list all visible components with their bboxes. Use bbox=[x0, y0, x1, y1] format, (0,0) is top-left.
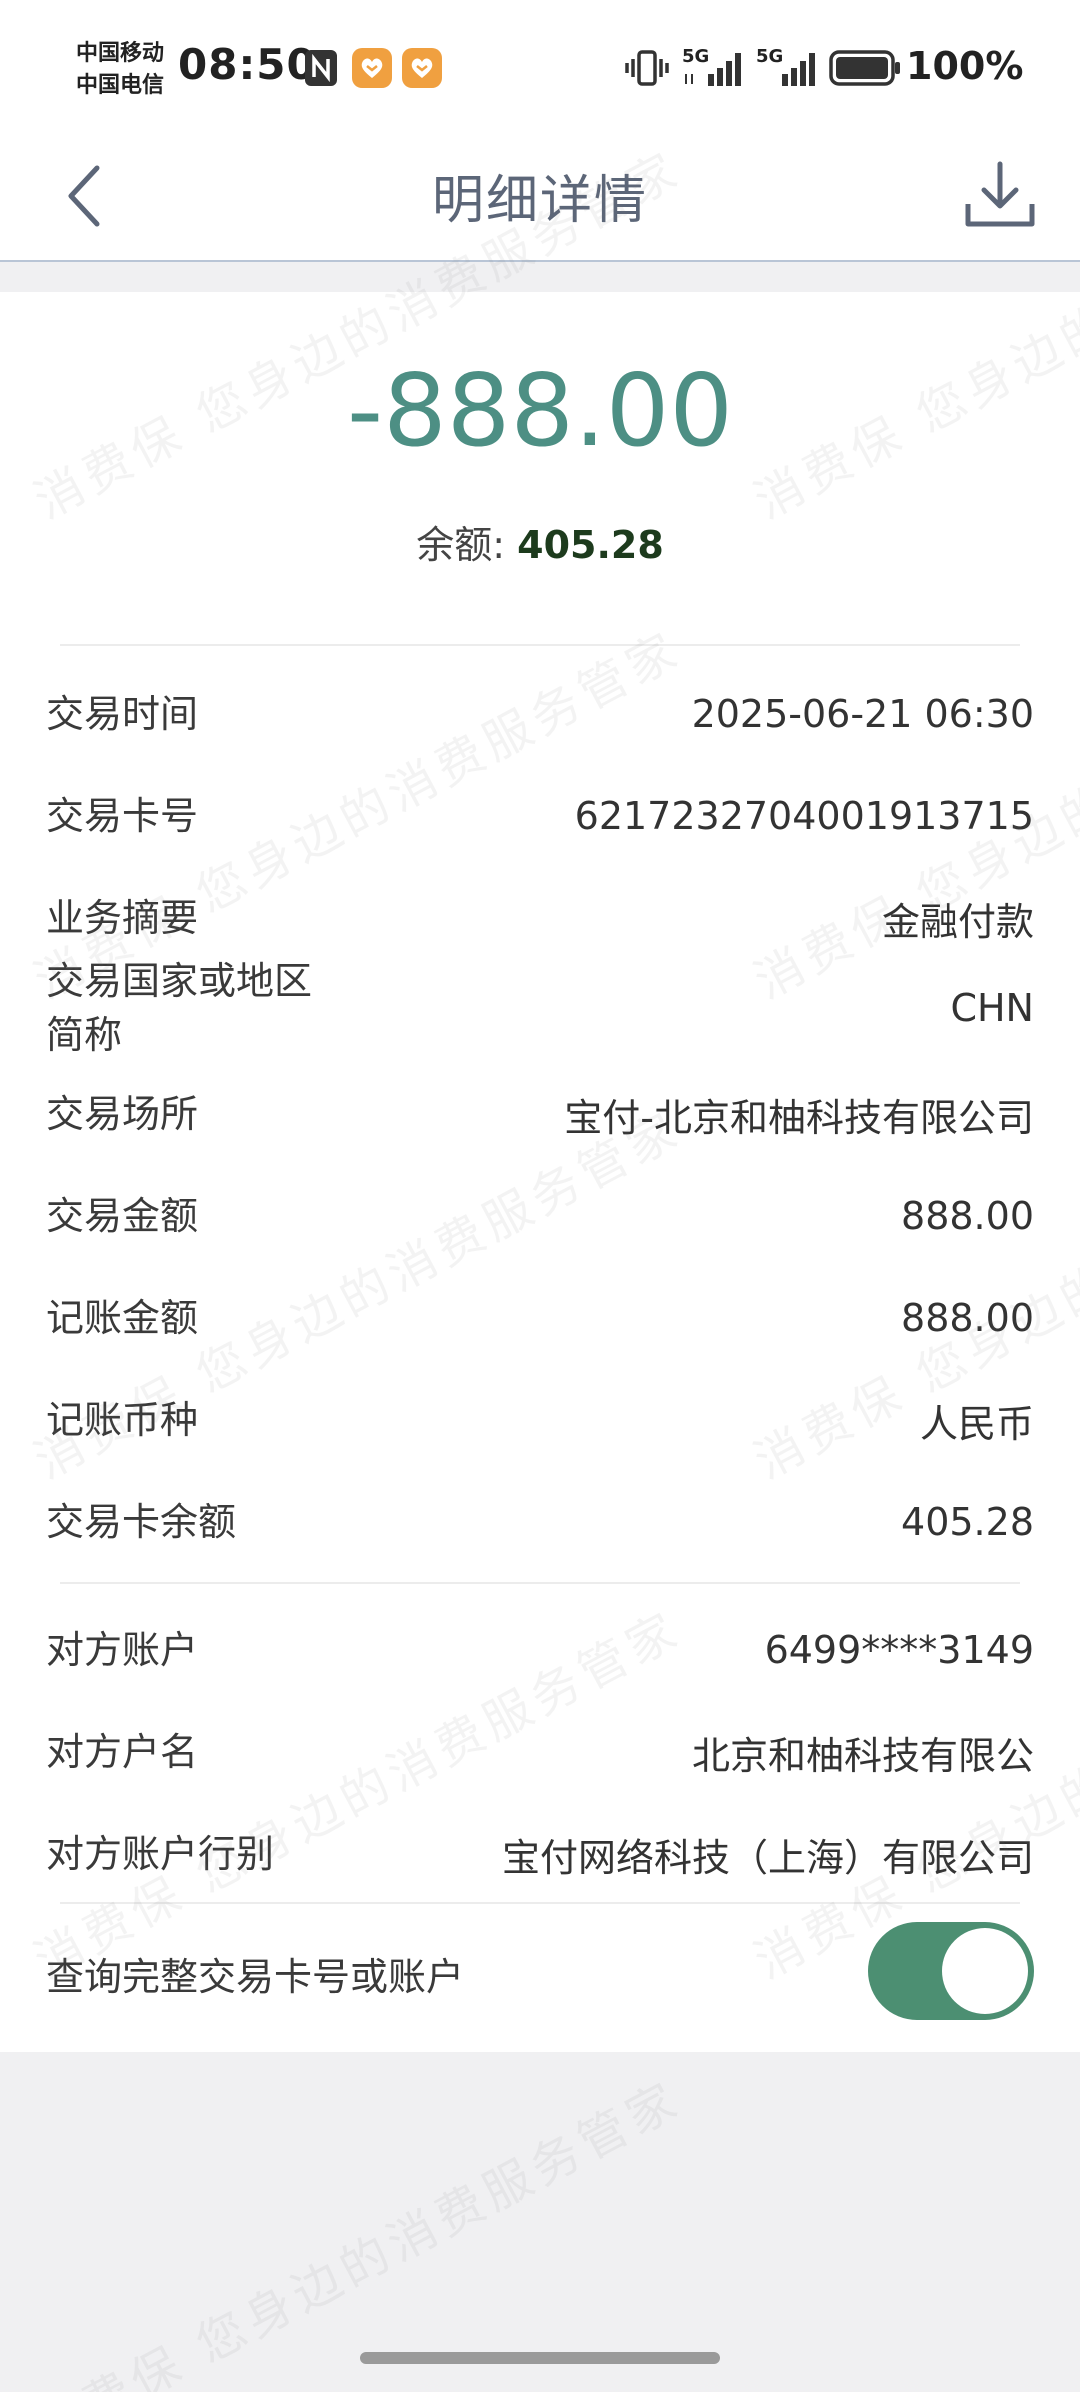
detail-value: 宝付-北京和柚科技有限公司 bbox=[564, 1095, 1034, 1140]
app-notification-icon bbox=[352, 48, 392, 88]
counterparty-row-account: 对方账户 6499****3149 bbox=[46, 1600, 1034, 1700]
toggle-label: 查询完整交易卡号或账户 bbox=[46, 1955, 465, 1999]
detail-value: 888.00 bbox=[901, 1296, 1034, 1340]
carrier-2: 中国电信 bbox=[76, 73, 165, 98]
download-icon bbox=[965, 161, 1035, 227]
balance-summary: 余额: 405.28 bbox=[0, 514, 1080, 569]
detail-label: 记账币种 bbox=[46, 1398, 199, 1442]
detail-row-transaction-time: 交易时间 2025-06-21 06:30 bbox=[46, 664, 1034, 764]
balance-label: 余额: bbox=[416, 523, 518, 567]
detail-label: 记账金额 bbox=[46, 1296, 199, 1340]
detail-value: 北京和柚科技有限公 bbox=[691, 1733, 1034, 1778]
detail-value: 405.28 bbox=[901, 1500, 1034, 1544]
detail-value: 2025-06-21 06:30 bbox=[691, 692, 1034, 736]
transaction-amount: -888.00 bbox=[347, 352, 733, 469]
detail-row-card-number: 交易卡号 6217232704001913715 bbox=[46, 766, 1034, 866]
detail-value: 金融付款 bbox=[881, 899, 1034, 944]
divider bbox=[60, 644, 1020, 646]
detail-value: 宝付网络科技（上海）有限公司 bbox=[501, 1835, 1034, 1880]
detail-label: 对方户名 bbox=[46, 1730, 199, 1774]
carrier-names: 中国移动 中国电信 bbox=[76, 38, 164, 102]
detail-label: 业务摘要 bbox=[46, 896, 199, 940]
balance-value: 405.28 bbox=[517, 523, 664, 567]
page-title: 明细详情 bbox=[431, 171, 648, 231]
full-number-toggle-row: 查询完整交易卡号或账户 bbox=[46, 1922, 1034, 2022]
carrier-1: 中国移动 bbox=[76, 41, 165, 66]
detail-label: 对方账户行别 bbox=[46, 1832, 275, 1876]
detail-row-country: 交易国家或地区简称 CHN bbox=[46, 952, 1034, 1064]
detail-label: 交易卡余额 bbox=[46, 1500, 237, 1544]
detail-label: 交易场所 bbox=[46, 1092, 199, 1136]
detail-value: CHN bbox=[950, 986, 1034, 1030]
detail-value: 6499****3149 bbox=[764, 1628, 1034, 1672]
toggle-knob bbox=[942, 1928, 1028, 2014]
detail-label: 交易卡号 bbox=[46, 794, 199, 838]
detail-label: 交易国家或地区简称 bbox=[46, 959, 313, 1057]
vibrate-icon bbox=[624, 48, 670, 88]
battery-percentage: 100% bbox=[906, 44, 1024, 88]
detail-row-transaction-amount: 交易金额 888.00 bbox=[46, 1166, 1034, 1266]
detail-value: 人民币 bbox=[919, 1401, 1034, 1446]
watermark: 消费保 您身边的消费服务管家 bbox=[25, 2071, 691, 2392]
app-notification-icon bbox=[402, 48, 442, 88]
divider bbox=[60, 1902, 1020, 1904]
divider bbox=[60, 1582, 1020, 1584]
status-bar: 中国移动 中国电信 08:50 5G 5G 100% bbox=[0, 0, 1080, 130]
app-header: 明细详情 bbox=[0, 130, 1080, 262]
detail-row-posting-amount: 记账金额 888.00 bbox=[46, 1268, 1034, 1368]
counterparty-row-name: 对方户名 北京和柚科技有限公 bbox=[46, 1702, 1034, 1802]
battery-icon bbox=[828, 48, 902, 88]
status-time: 08:50 bbox=[178, 40, 317, 89]
detail-label: 对方账户 bbox=[46, 1628, 199, 1672]
detail-value: 6217232704001913715 bbox=[574, 794, 1034, 838]
detail-label: 交易金额 bbox=[46, 1194, 199, 1238]
full-number-toggle[interactable] bbox=[868, 1922, 1034, 2020]
detail-label: 交易时间 bbox=[46, 692, 199, 736]
detail-value: 888.00 bbox=[901, 1194, 1034, 1238]
signal-icon: 5G bbox=[754, 46, 820, 88]
transaction-detail-card: -888.00 余额: 405.28 交易时间 2025-06-21 06:30… bbox=[0, 292, 1080, 2052]
download-button[interactable] bbox=[960, 150, 1040, 240]
nfc-icon bbox=[302, 48, 340, 88]
home-indicator[interactable] bbox=[360, 2352, 720, 2364]
signal-icon: 5G bbox=[680, 46, 746, 88]
detail-row-merchant: 交易场所 宝付-北京和柚科技有限公司 bbox=[46, 1064, 1034, 1164]
counterparty-row-bank: 对方账户行别 宝付网络科技（上海）有限公司 bbox=[46, 1804, 1034, 1904]
detail-row-card-balance: 交易卡余额 405.28 bbox=[46, 1472, 1034, 1572]
detail-row-currency: 记账币种 人民币 bbox=[46, 1370, 1034, 1470]
